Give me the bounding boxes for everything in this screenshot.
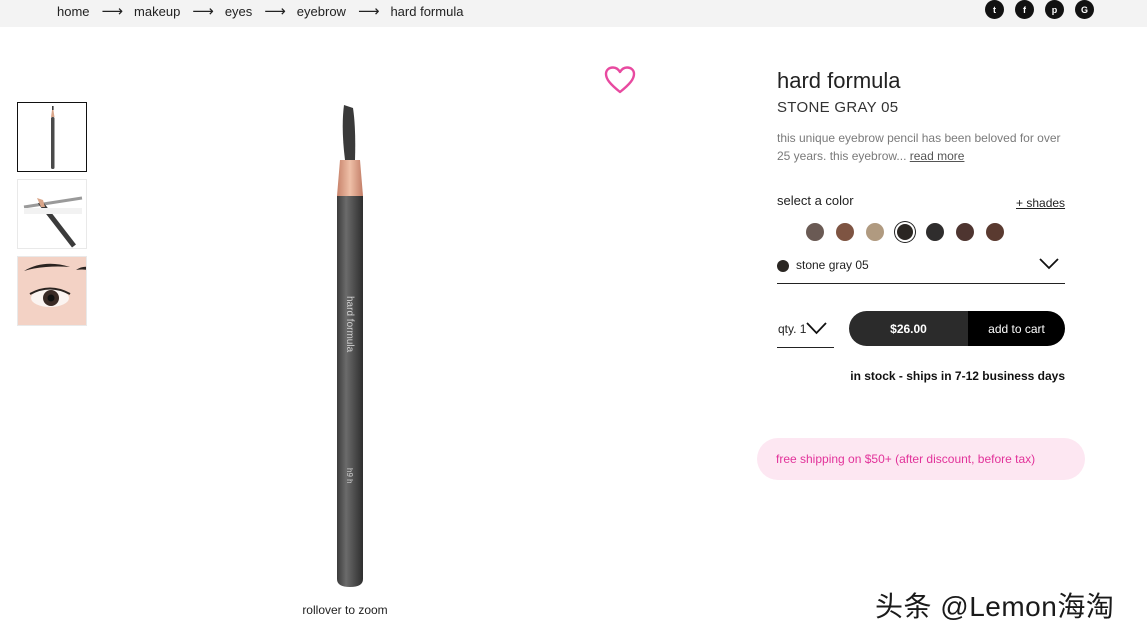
zoom-hint: rollover to zoom — [302, 603, 388, 617]
select-color-label: select a color — [777, 193, 854, 208]
pencil-thumbnail-icon — [51, 106, 55, 169]
breadcrumb-arrow-icon: ⟶ — [264, 3, 286, 20]
pinterest-icon[interactable]: p — [1045, 0, 1064, 19]
product-description: this unique eyebrow pencil has been belo… — [777, 129, 1062, 165]
price-label: $26.00 — [849, 311, 968, 346]
thumbnail-pencils-crossed[interactable] — [17, 179, 87, 249]
top-bar: home ⟶ makeup ⟶ eyes ⟶ eyebrow ⟶ hard fo… — [0, 0, 1147, 27]
color-swatch-4[interactable] — [897, 224, 913, 240]
thumbnail-pencil-front[interactable] — [17, 102, 87, 172]
read-more-link[interactable]: read more — [910, 149, 965, 163]
crossed-pencils-icon — [23, 196, 83, 248]
color-swatches — [806, 223, 1004, 241]
social-share: t f p G — [985, 0, 1094, 19]
thumbnail-gallery — [17, 102, 87, 333]
facebook-icon[interactable]: f — [1015, 0, 1034, 19]
chevron-down-icon — [1039, 258, 1059, 270]
twitter-icon[interactable]: t — [985, 0, 1004, 19]
free-shipping-banner: free shipping on $50+ (after discount, b… — [757, 438, 1085, 480]
eyebrow-model-icon — [18, 257, 86, 325]
color-swatch-6[interactable] — [956, 223, 974, 241]
watermark: 头条 @Lemon海淘 — [875, 591, 1115, 622]
add-to-cart-button[interactable]: $26.00 add to cart — [849, 311, 1065, 346]
free-shipping-text: free shipping on $50+ (after discount, b… — [776, 452, 1036, 466]
product-title: hard formula — [777, 68, 901, 93]
product-main-image[interactable]: hard formula h9 h — [300, 98, 400, 593]
breadcrumb-eyes[interactable]: eyes — [225, 4, 252, 19]
breadcrumb-arrow-icon: ⟶ — [192, 3, 214, 20]
breadcrumb-arrow-icon: ⟶ — [357, 3, 380, 20]
breadcrumb-arrow-icon: ⟶ — [101, 3, 124, 20]
stock-status: in stock - ships in 7-12 business days — [850, 369, 1065, 383]
shade-name: STONE GRAY 05 — [777, 99, 899, 116]
quantity-label: qty. 1 — [778, 322, 807, 336]
selected-color-label: stone gray 05 — [796, 258, 869, 272]
breadcrumb-makeup[interactable]: makeup — [134, 4, 180, 19]
heart-icon[interactable] — [604, 66, 636, 94]
add-to-cart-label: add to cart — [968, 311, 1065, 346]
color-swatch-5[interactable] — [926, 223, 944, 241]
color-swatch-2[interactable] — [836, 223, 854, 241]
breadcrumb: home ⟶ makeup ⟶ eyes ⟶ eyebrow ⟶ hard fo… — [57, 4, 463, 19]
selected-color-dot — [777, 260, 789, 272]
breadcrumb-home[interactable]: home — [57, 4, 90, 19]
color-dropdown[interactable]: stone gray 05 — [777, 255, 1065, 284]
quantity-select[interactable]: qty. 1 — [777, 312, 834, 348]
color-swatch-1[interactable] — [806, 223, 824, 241]
color-swatch-3[interactable] — [866, 223, 884, 241]
pencil-imprint-bottom: h9 h — [345, 468, 354, 484]
breadcrumb-current: hard formula — [390, 4, 464, 19]
thumbnail-eyebrow-model[interactable] — [17, 256, 87, 326]
breadcrumb-eyebrow[interactable]: eyebrow — [297, 4, 346, 19]
chevron-down-icon — [806, 322, 827, 335]
google-icon[interactable]: G — [1075, 0, 1094, 19]
shades-link[interactable]: + shades — [1016, 196, 1065, 210]
color-swatch-7[interactable] — [986, 223, 1004, 241]
pencil-imprint-top: hard formula — [344, 296, 355, 353]
